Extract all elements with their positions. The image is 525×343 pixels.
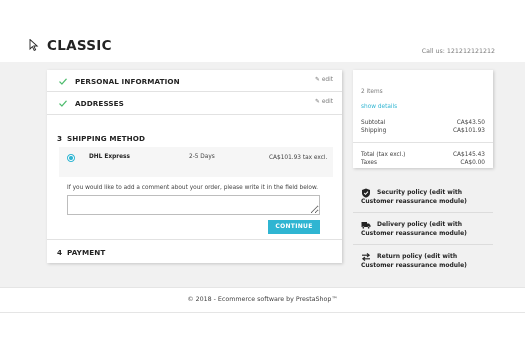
cart-items-count: 2 items: [361, 89, 383, 95]
step-title: PAYMENT: [67, 248, 106, 257]
continue-button[interactable]: CONTINUE: [268, 220, 320, 234]
subtotal-label: Subtotal: [361, 120, 386, 126]
reassurance-text: Return policy (edit with Customer reassu…: [361, 253, 467, 269]
reassurance-text: Delivery policy (edit with Customer reas…: [361, 221, 467, 237]
shipping-label: Shipping: [361, 128, 387, 134]
order-comment-field[interactable]: [67, 195, 320, 215]
pencil-icon: ✎: [315, 77, 320, 83]
step-title: PERSONAL INFORMATION: [75, 77, 180, 86]
step-title: SHIPPING METHOD: [67, 134, 146, 143]
carrier-radio[interactable]: [67, 154, 75, 162]
total-value: CA$145.43: [453, 152, 485, 158]
step-number: 3: [57, 134, 63, 143]
call-us-text: Call us: 121212121212: [421, 48, 495, 55]
edit-link[interactable]: ✎ edit: [315, 99, 333, 105]
pencil-icon: ✎: [315, 99, 320, 105]
step-number: 4: [57, 248, 63, 257]
carrier-option-dhl[interactable]: DHL Express 2-5 Days CA$101.93 tax excl.: [59, 147, 333, 177]
cart-summary: 2 items show details Subtotal CA$43.50 S…: [353, 70, 493, 168]
cursor-logo-icon: [29, 39, 39, 51]
total-label: Total (tax excl.): [361, 152, 406, 158]
step-payment: 4 PAYMENT: [47, 240, 342, 263]
footer-divider: [0, 287, 525, 288]
edit-link[interactable]: ✎ edit: [315, 77, 333, 83]
shop-logo[interactable]: CLASSIC: [47, 38, 112, 54]
step-addresses[interactable]: ADDRESSES ✎ edit: [47, 92, 342, 115]
check-icon: [59, 78, 67, 85]
carrier-name: DHL Express: [89, 154, 130, 160]
checkout-main: PERSONAL INFORMATION ✎ edit ADDRESSES ✎ ed…: [0, 62, 525, 287]
show-details-link[interactable]: show details: [361, 104, 397, 110]
footer-copyright[interactable]: © 2018 - Ecommerce software by PrestaSho…: [0, 290, 525, 310]
step-title: ADDRESSES: [75, 99, 124, 108]
step-personal-information[interactable]: PERSONAL INFORMATION ✎ edit: [47, 70, 342, 92]
site-header: CLASSIC Call us: 121212121212: [0, 0, 525, 62]
carrier-price: CA$101.93 tax excl.: [269, 155, 328, 161]
taxes-value: CA$0.00: [460, 160, 485, 166]
shipping-value: CA$101.93: [453, 128, 485, 134]
reassurance-text: Security policy (edit with Customer reas…: [361, 189, 467, 205]
reassurance-divider: [353, 244, 493, 245]
carrier-delay: 2-5 Days: [189, 154, 215, 160]
taxes-label: Taxes: [361, 160, 377, 166]
footer-divider: [0, 312, 525, 313]
subtotal-value: CA$43.50: [456, 120, 485, 126]
check-icon: [59, 100, 67, 107]
reassurance-divider: [353, 212, 493, 213]
checkout-steps-panel: PERSONAL INFORMATION ✎ edit ADDRESSES ✎ ed…: [47, 70, 342, 263]
order-comment-label: If you would like to add a comment about…: [67, 185, 319, 191]
summary-divider: [353, 142, 493, 143]
